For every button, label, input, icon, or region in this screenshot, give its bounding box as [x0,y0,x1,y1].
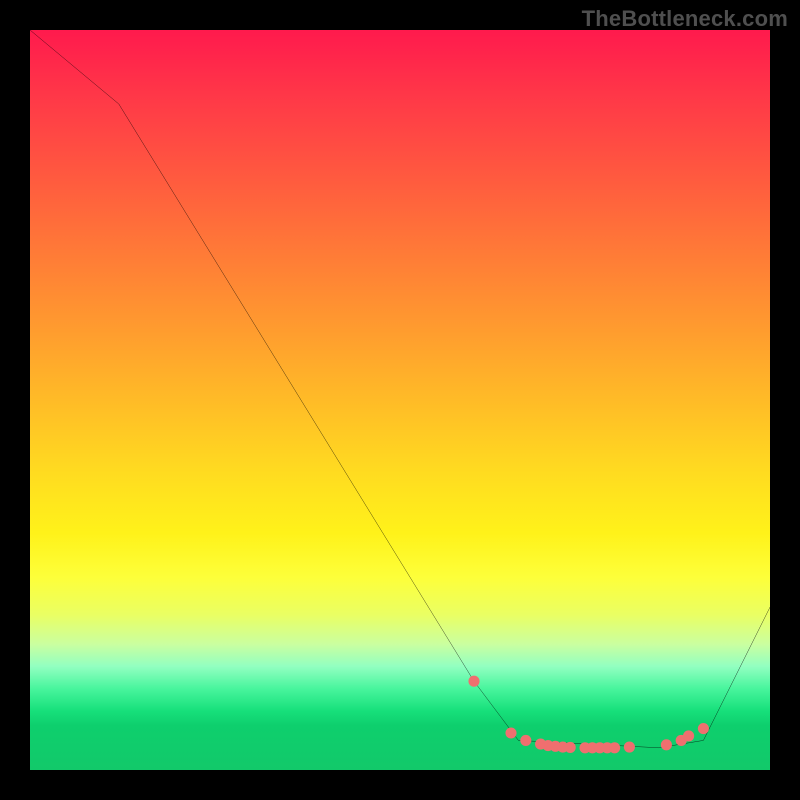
marker-dot [468,676,479,687]
watermark-label: TheBottleneck.com [582,6,788,32]
marker-dot [520,735,531,746]
marker-dot [661,739,672,750]
plot-area [30,30,770,770]
marker-dot [609,742,620,753]
marker-group [468,676,709,754]
marker-dot [624,742,635,753]
chart-svg [30,30,770,770]
marker-dot [565,742,576,753]
chart-frame: TheBottleneck.com [0,0,800,800]
marker-dot [698,723,709,734]
series-curve [30,30,770,748]
marker-dot [505,727,516,738]
marker-dot [683,730,694,741]
